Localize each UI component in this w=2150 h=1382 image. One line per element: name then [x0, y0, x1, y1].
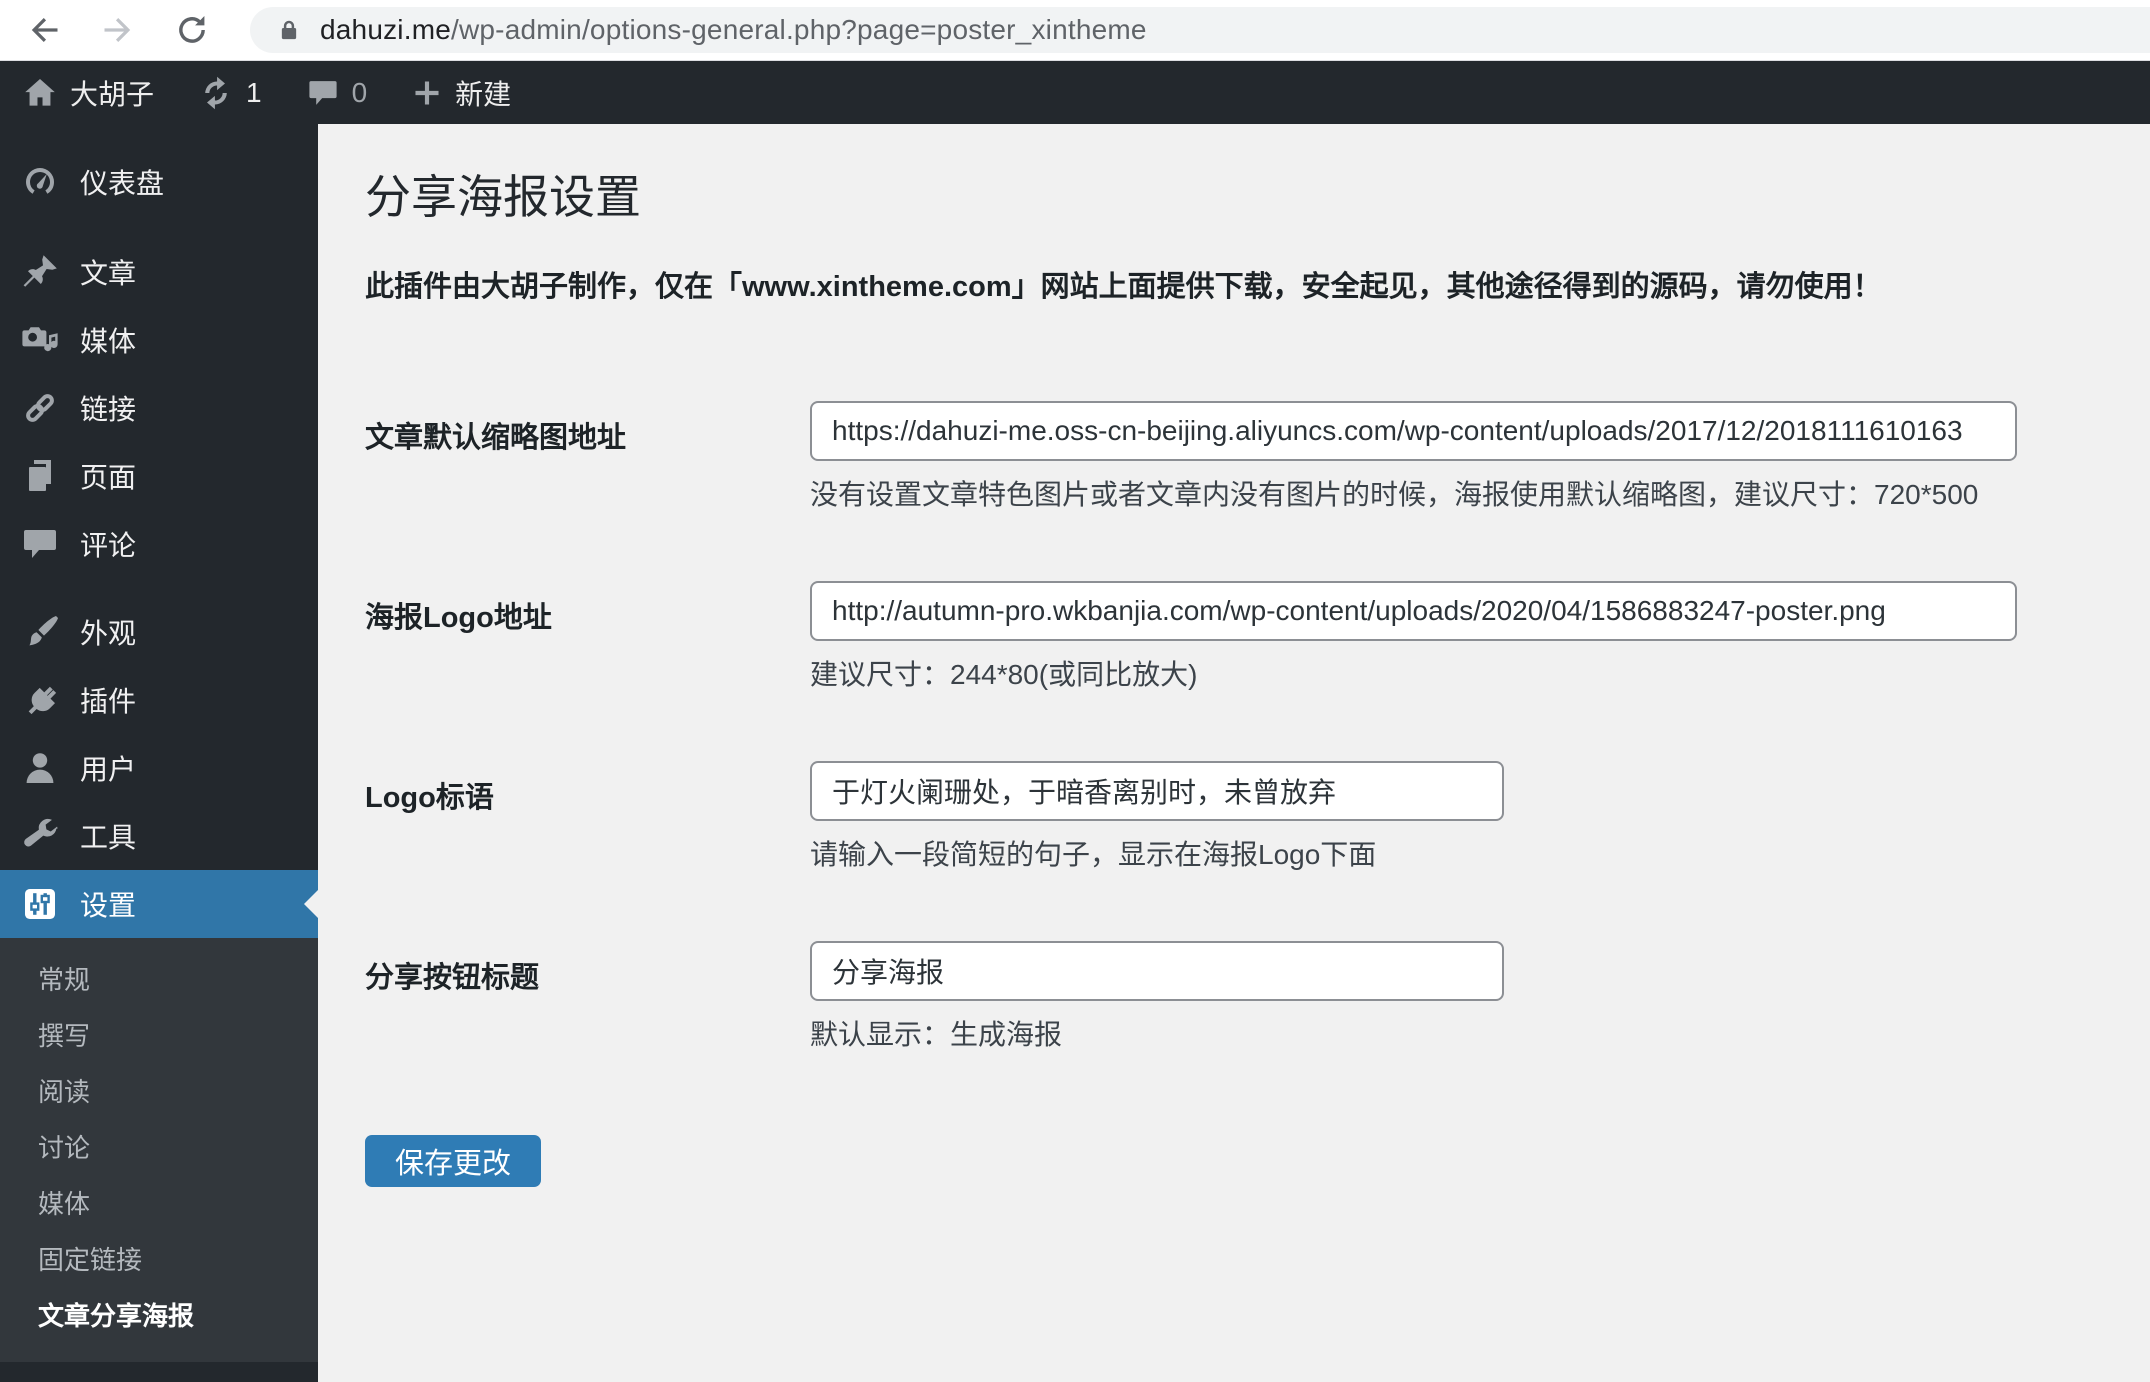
forward-arrow-icon [104, 18, 131, 42]
back-button[interactable] [26, 12, 62, 48]
pin-icon [23, 255, 57, 287]
user-icon [26, 753, 54, 783]
admin-bar-comments[interactable]: 0 [306, 76, 368, 110]
admin-sidebar: 仪表盘 文章 媒体 链接 页面 评论 外观 插件 用户 工具 设置 常规 撰写 … [0, 124, 318, 1382]
camera-icon [22, 327, 58, 352]
settings-form: 文章默认缩略图地址 没有设置文章特色图片或者文章内没有图片的时候，海报使用默认缩… [365, 401, 2110, 1187]
sidebar-item-links[interactable]: 链接 [0, 374, 318, 442]
back-arrow-icon [31, 18, 58, 42]
sidebar-item-settings[interactable]: 设置 [0, 870, 318, 938]
default-thumbnail-url-input[interactable] [810, 401, 2017, 461]
field-label: 文章默认缩略图地址 [365, 422, 627, 454]
sidebar-item-label: 外观 [80, 618, 137, 649]
poster-logo-url-input[interactable] [810, 581, 2017, 641]
sidebar-item-label: 工具 [80, 822, 137, 853]
url-path: /wp-admin/options-general.php?page=poste… [451, 14, 1147, 45]
admin-bar-site-menu[interactable]: 大胡子 [22, 73, 154, 113]
pages-icon [29, 460, 51, 491]
gauge-icon [26, 168, 54, 194]
sidebar-item-label: 插件 [80, 686, 137, 717]
field-helper: 没有设置文章特色图片或者文章内没有图片的时候，海报使用默认缩略图，建议尺寸：72… [810, 479, 1979, 510]
sidebar-item-tools[interactable]: 工具 [0, 802, 318, 870]
sidebar-item-label: 用户 [80, 754, 137, 785]
sidebar-item-users[interactable]: 用户 [0, 734, 318, 802]
wp-admin-bar: 大胡子 1 0 新建 [0, 61, 2150, 124]
sidebar-item-label: 仪表盘 [80, 168, 165, 199]
plus-icon [415, 80, 439, 105]
home-icon [25, 78, 55, 106]
settings-page: 分享海报设置 此插件由大胡子制作，仅在「www.xintheme.com」网站上… [318, 124, 2150, 1382]
brush-icon [29, 616, 58, 646]
form-row-share-button-title: 分享按钮标题 默认显示：生成海报 [365, 941, 2110, 1053]
field-helper: 请输入一段简短的句子，显示在海报Logo下面 [810, 839, 1377, 870]
submenu-item-media[interactable]: 媒体 [0, 1176, 318, 1232]
sidebar-item-label: 文章 [80, 258, 137, 289]
sidebar-item-comments[interactable]: 评论 [0, 510, 318, 578]
sidebar-item-posts[interactable]: 文章 [0, 238, 318, 306]
field-label: Logo标语 [365, 782, 494, 814]
submenu-item-discussion[interactable]: 讨论 [0, 1120, 318, 1176]
plug-icon [28, 686, 57, 715]
site-name: 大胡子 [70, 78, 155, 110]
sidebar-item-label: 设置 [80, 890, 137, 921]
sidebar-item-label: 页面 [80, 462, 137, 493]
submenu-item-poster[interactable]: 文章分享海报 [0, 1288, 318, 1344]
sidebar-item-label: 评论 [80, 530, 137, 561]
sidebar-item-dashboard[interactable]: 仪表盘 [0, 148, 318, 216]
share-button-title-input[interactable] [810, 941, 1504, 1001]
page-description: 此插件由大胡子制作，仅在「www.xintheme.com」网站上面提供下载，安… [365, 271, 1882, 303]
comment-count: 0 [351, 76, 368, 108]
field-helper: 建议尺寸：244*80(或同比放大) [810, 659, 1198, 690]
sliders-icon [25, 889, 55, 919]
lock-icon [281, 20, 297, 40]
sidebar-item-media[interactable]: 媒体 [0, 306, 318, 374]
new-label: 新建 [455, 78, 512, 110]
logo-slogan-input[interactable] [810, 761, 1504, 821]
form-row-default-thumbnail: 文章默认缩略图地址 没有设置文章特色图片或者文章内没有图片的时候，海报使用默认缩… [365, 401, 2110, 513]
submenu-item-writing[interactable]: 撰写 [0, 1008, 318, 1064]
wrench-icon [24, 818, 58, 847]
menu-separator [0, 216, 318, 238]
comment-bubble-icon [308, 80, 337, 105]
admin-bar-updates[interactable]: 1 [198, 75, 262, 111]
forward-button[interactable] [100, 12, 136, 48]
settings-submenu: 常规 撰写 阅读 讨论 媒体 固定链接 文章分享海报 [0, 938, 318, 1362]
submenu-item-reading[interactable]: 阅读 [0, 1064, 318, 1120]
submenu-item-general[interactable]: 常规 [0, 952, 318, 1008]
sidebar-item-plugins[interactable]: 插件 [0, 666, 318, 734]
link-icon [26, 394, 54, 422]
address-bar[interactable]: dahuzi.me/wp-admin/options-general.php?p… [250, 7, 2150, 53]
submenu-item-permalinks[interactable]: 固定链接 [0, 1232, 318, 1288]
field-helper: 默认显示：生成海报 [810, 1019, 1063, 1050]
url-text: dahuzi.me/wp-admin/options-general.php?p… [320, 14, 1147, 46]
reload-button[interactable] [174, 12, 210, 48]
field-label: 海报Logo地址 [365, 602, 552, 634]
sidebar-item-label: 媒体 [80, 326, 137, 357]
page-title: 分享海报设置 [365, 171, 641, 223]
admin-bar-new[interactable]: 新建 [411, 73, 511, 113]
menu-separator [0, 578, 318, 598]
reload-icon [179, 15, 205, 43]
update-count: 1 [246, 76, 262, 108]
sidebar-item-label: 链接 [80, 394, 137, 425]
updates-icon [205, 76, 227, 109]
url-host: dahuzi.me [320, 14, 451, 45]
comment-icon [24, 530, 56, 558]
sidebar-item-appearance[interactable]: 外观 [0, 598, 318, 666]
field-label: 分享按钮标题 [365, 962, 540, 994]
form-row-logo-slogan: Logo标语 请输入一段简短的句子，显示在海报Logo下面 [365, 761, 2110, 873]
form-row-poster-logo: 海报Logo地址 建议尺寸：244*80(或同比放大) [365, 581, 2110, 693]
save-changes-button[interactable]: 保存更改 [365, 1135, 542, 1187]
browser-chrome: dahuzi.me/wp-admin/options-general.php?p… [0, 0, 2150, 61]
sidebar-item-pages[interactable]: 页面 [0, 442, 318, 510]
